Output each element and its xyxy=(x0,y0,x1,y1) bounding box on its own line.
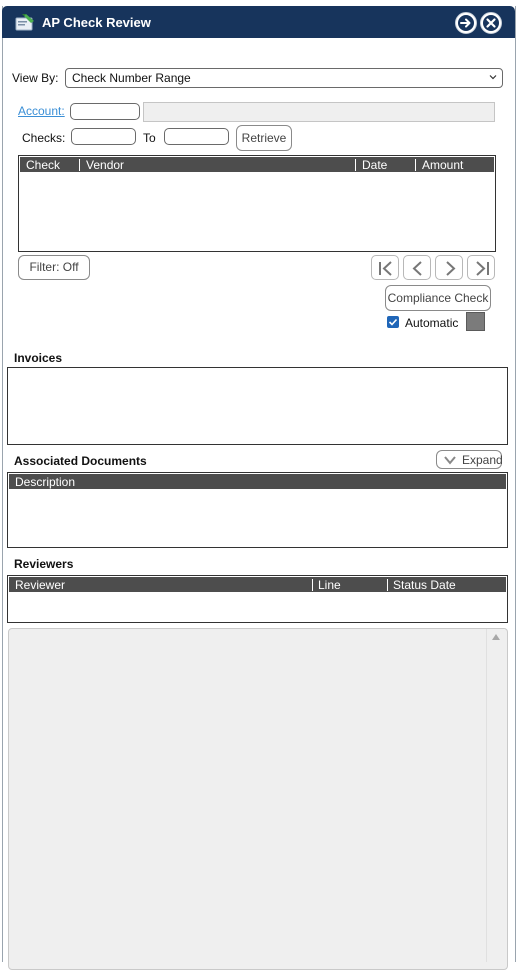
column-check[interactable]: Check xyxy=(26,158,60,172)
expand-label: Expand xyxy=(462,453,503,467)
detail-pane[interactable] xyxy=(8,628,508,970)
expand-button[interactable]: Expand xyxy=(436,450,503,469)
column-reviewer[interactable]: Reviewer xyxy=(15,578,65,592)
compliance-check-button[interactable]: Compliance Check xyxy=(385,285,491,311)
checks-grid[interactable]: Check Vendor Date Amount xyxy=(18,155,496,252)
column-status-date[interactable]: Status Date xyxy=(393,578,456,592)
vertical-scrollbar[interactable] xyxy=(486,629,505,962)
first-page-icon[interactable] xyxy=(371,255,399,280)
column-description[interactable]: Description xyxy=(15,475,75,489)
associated-documents-header: Description xyxy=(9,474,506,489)
checks-from-input[interactable] xyxy=(71,128,136,145)
last-page-icon[interactable] xyxy=(467,255,495,280)
check-review-icon xyxy=(14,12,36,32)
filter-button[interactable]: Filter: Off xyxy=(18,255,90,280)
column-date[interactable]: Date xyxy=(362,158,387,172)
checks-to-label: To xyxy=(143,131,156,145)
view-by-value: Check Number Range xyxy=(72,71,191,85)
view-by-label: View By: xyxy=(12,71,59,85)
automatic-checkbox[interactable] xyxy=(387,316,399,328)
account-description-field xyxy=(143,102,495,122)
previous-icon[interactable] xyxy=(403,255,431,280)
reviewers-header: Reviewer Line Status Date xyxy=(9,577,506,592)
checks-label: Checks: xyxy=(22,131,66,145)
invoices-panel[interactable] xyxy=(7,367,508,445)
next-icon[interactable] xyxy=(435,255,463,280)
view-by-select[interactable]: Check Number Range xyxy=(65,68,503,88)
invoices-title: Invoices xyxy=(14,351,63,365)
reviewers-grid[interactable]: Reviewer Line Status Date xyxy=(7,575,508,623)
scroll-up-arrow-icon[interactable] xyxy=(491,633,501,641)
column-amount[interactable]: Amount xyxy=(422,158,463,172)
status-indicator xyxy=(466,312,485,331)
chevron-down-icon xyxy=(444,456,456,465)
checks-to-input[interactable] xyxy=(164,128,229,145)
window-title: AP Check Review xyxy=(42,15,151,30)
retrieve-button[interactable]: Retrieve xyxy=(236,125,292,151)
arrow-right-circle-icon[interactable] xyxy=(455,12,477,34)
chevron-down-icon xyxy=(489,75,497,80)
associated-documents-title: Associated Documents xyxy=(14,454,147,468)
reviewers-title: Reviewers xyxy=(14,557,74,571)
account-input[interactable] xyxy=(70,103,140,120)
account-link[interactable]: Account: xyxy=(18,104,65,118)
close-circle-icon[interactable] xyxy=(480,12,502,34)
column-line[interactable]: Line xyxy=(318,578,341,592)
column-vendor[interactable]: Vendor xyxy=(86,158,124,172)
automatic-label: Automatic xyxy=(405,316,459,330)
checks-grid-header: Check Vendor Date Amount xyxy=(20,157,494,172)
associated-documents-grid[interactable]: Description xyxy=(7,472,508,548)
